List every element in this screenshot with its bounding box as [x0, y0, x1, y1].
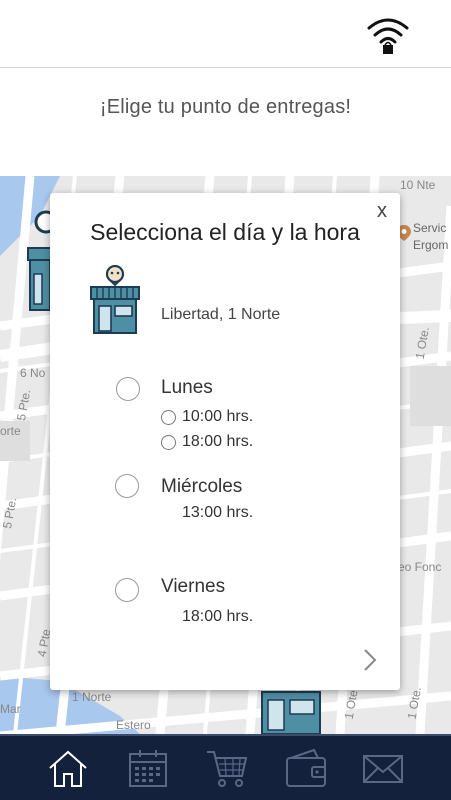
- chevron-right-icon[interactable]: [360, 646, 380, 674]
- day-label: Lunes: [161, 377, 213, 398]
- hour-label: 13:00 hrs.: [182, 504, 254, 521]
- map-label: 1 Norte: [72, 690, 112, 704]
- day-radio-viernes[interactable]: [115, 578, 139, 602]
- map-label: 10 Nte: [400, 178, 436, 192]
- store-marker-icon[interactable]: [26, 210, 52, 320]
- store-name: Libertad, 1 Norte: [161, 306, 281, 323]
- store-marker-icon[interactable]: [260, 686, 322, 734]
- map-label: Servic: [413, 221, 447, 235]
- bottom-nav: [0, 734, 451, 800]
- dialog-title: Selecciona el día y la hora: [90, 219, 360, 245]
- map-label: orte: [0, 424, 21, 438]
- map-label: eo Fonc: [398, 560, 442, 574]
- hour-radio[interactable]: [161, 410, 176, 425]
- hour-radio[interactable]: [161, 435, 176, 450]
- day-label: Viernes: [161, 576, 226, 597]
- wallet-icon[interactable]: [284, 746, 328, 790]
- top-bar: [0, 0, 451, 68]
- map-label: Estero: [116, 718, 151, 732]
- schedule-dialog: x Selecciona el día y la hora Libertad, …: [50, 193, 400, 690]
- mail-icon[interactable]: [361, 746, 405, 790]
- wifi-shop-icon[interactable]: [366, 16, 410, 56]
- map-label: 6 No: [20, 366, 46, 380]
- map-label: Mar: [0, 702, 21, 716]
- store-icon: [90, 265, 140, 334]
- day-radio-lunes[interactable]: [116, 377, 140, 401]
- hour-label: 18:00 hrs.: [182, 433, 254, 450]
- hour-label: 10:00 hrs.: [182, 408, 254, 425]
- day-label: Miércoles: [161, 476, 243, 497]
- page-title: ¡Elige tu punto de entregas!: [99, 96, 352, 118]
- hour-label: 18:00 hrs.: [182, 608, 254, 625]
- day-radio-miercoles[interactable]: [115, 474, 139, 498]
- map-label: Ergom: [413, 238, 449, 252]
- cart-icon[interactable]: [205, 746, 249, 790]
- calendar-icon[interactable]: [126, 746, 170, 790]
- home-icon[interactable]: [46, 746, 90, 790]
